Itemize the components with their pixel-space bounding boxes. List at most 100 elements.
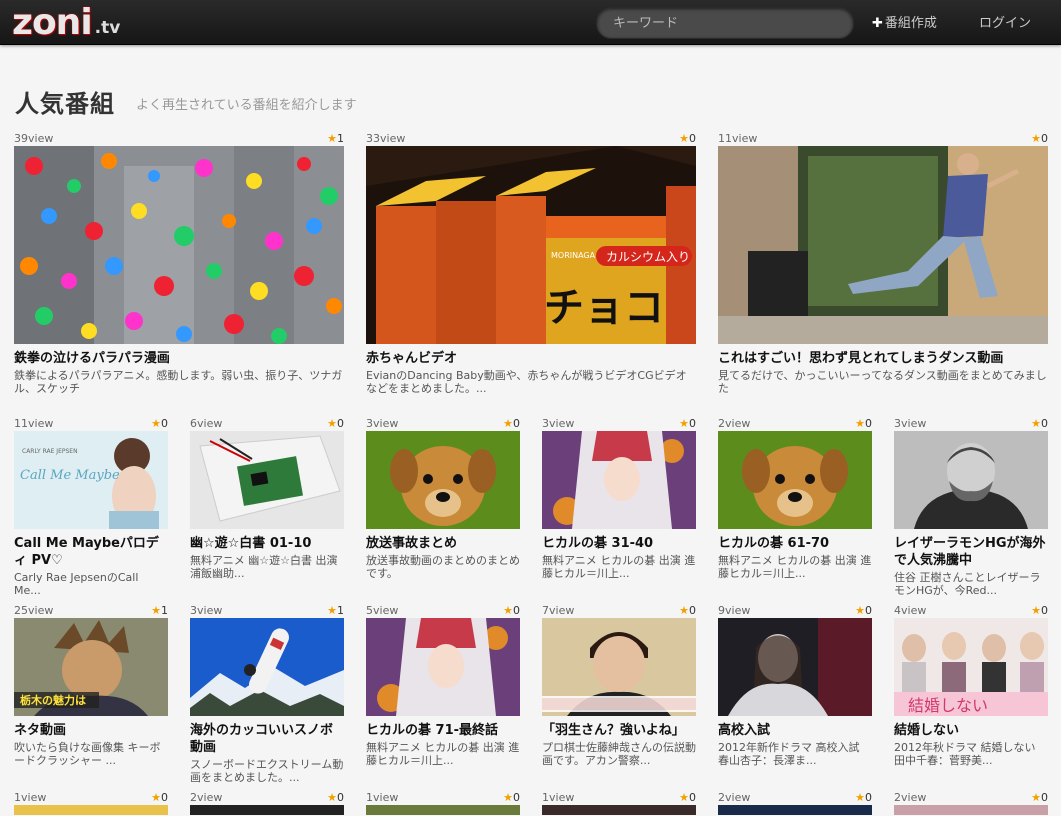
view-count: 2view [190, 791, 223, 804]
program-title[interactable]: 「羽生さん？強いよね」 [542, 722, 696, 739]
program-card: 3view ★0 レイザーラモンHGが海外で人気沸騰中 住谷 正樹さんことレイザー… [894, 417, 1048, 597]
program-card: 3view ★0 ヒカルの碁 31-40 無料アニメ ヒカルの碁 出演 進藤ヒカル… [542, 417, 696, 580]
card-meta: 11view ★0 [718, 132, 1048, 146]
card-meta: 6view ★0 [190, 417, 344, 431]
star-icon: ★ [151, 791, 161, 804]
view-count: 33view [366, 132, 406, 145]
program-thumbnail[interactable] [894, 431, 1048, 529]
login-link[interactable]: ログイン [979, 12, 1031, 31]
program-title[interactable]: これはすごい！思わず見とれてしまうダンス動画 [718, 350, 1048, 367]
program-thumbnail[interactable] [718, 146, 1048, 344]
view-count: 39view [14, 132, 54, 145]
program-thumbnail[interactable]: CARLY RAE JEPSEN Call Me Maybe [14, 431, 168, 529]
program-title[interactable]: 海外のカッコいいスノボ動画 [190, 722, 344, 756]
star-icon: ★ [503, 417, 513, 430]
program-thumbnail[interactable] [366, 431, 520, 529]
drama-poster-image [718, 618, 872, 716]
star-count: 0 [337, 791, 344, 804]
program-thumbnail[interactable] [14, 805, 168, 815]
view-count: 6view [190, 417, 223, 430]
star-count: 0 [513, 417, 520, 430]
favorite-count: ★0 [1031, 417, 1048, 430]
program-card: 2view ★0 [190, 791, 344, 815]
program-thumbnail[interactable] [366, 618, 520, 716]
program-thumbnail[interactable] [542, 431, 696, 529]
view-count: 9view [718, 604, 751, 617]
program-card: 1view ★0 [542, 791, 696, 815]
favorite-count: ★0 [503, 417, 520, 430]
card-meta: 2view ★0 [894, 791, 1048, 805]
program-thumbnail[interactable] [14, 146, 344, 344]
card-meta: 2view ★0 [190, 791, 344, 805]
star-count: 0 [1041, 604, 1048, 617]
program-thumbnail[interactable] [718, 618, 872, 716]
star-icon: ★ [327, 417, 337, 430]
program-thumbnail[interactable] [894, 805, 1048, 815]
call-me-maybe-image: CARLY RAE JEPSEN Call Me Maybe [14, 431, 168, 529]
program-title[interactable]: 鉄拳の泣けるパラパラ漫画 [14, 350, 344, 367]
program-title[interactable]: Call Me Maybeパロディ PV♡ [14, 535, 168, 569]
logo-text: zoni [12, 2, 93, 43]
program-thumbnail[interactable] [190, 431, 344, 529]
view-count: 1view [366, 791, 399, 804]
program-title[interactable]: 赤ちゃんビデオ [366, 350, 696, 367]
star-icon: ★ [679, 791, 689, 804]
favorite-count: ★0 [679, 417, 696, 430]
program-card: 2view ★0 [894, 791, 1048, 815]
star-icon: ★ [1031, 417, 1041, 430]
program-title[interactable]: ヒカルの碁 61-70 [718, 535, 872, 552]
program-description: 無料アニメ ヒカルの碁 出演 進藤ヒカル＝川上... [718, 554, 872, 580]
star-icon: ★ [503, 604, 513, 617]
view-count: 7view [542, 604, 575, 617]
favorite-count: ★0 [855, 604, 872, 617]
program-title[interactable]: 結婚しない [894, 722, 1048, 739]
card-meta: 3view ★0 [894, 417, 1048, 431]
star-count: 0 [689, 417, 696, 430]
program-title[interactable]: 放送事故まとめ [366, 535, 520, 552]
star-icon: ★ [679, 604, 689, 617]
program-description: EvianのDancing Baby動画や、赤ちゃんが戦うビデオCGビデオなどを… [366, 369, 687, 395]
program-thumbnail[interactable] [190, 618, 344, 716]
site-logo[interactable]: zoni .tv [12, 2, 120, 42]
star-icon: ★ [679, 132, 689, 145]
program-thumbnail[interactable] [190, 805, 344, 815]
card-meta: 5view ★0 [366, 604, 520, 618]
star-icon: ★ [327, 791, 337, 804]
star-icon: ★ [855, 604, 865, 617]
card-meta: 4view ★0 [894, 604, 1048, 618]
program-description: 無料アニメ ヒカルの碁 出演 進藤ヒカル＝川上... [542, 554, 696, 580]
star-count: 0 [689, 791, 696, 804]
card-meta: 7view ★0 [542, 604, 696, 618]
program-thumbnail[interactable]: カルシウム入り MORINAGA チョコ [366, 146, 696, 344]
program-thumbnail[interactable] [542, 805, 696, 815]
star-icon: ★ [327, 132, 337, 145]
view-count: 11view [14, 417, 54, 430]
program-card: 1view ★0 [14, 791, 168, 815]
program-title[interactable]: レイザーラモンHGが海外で人気沸騰中 [894, 535, 1048, 569]
program-thumbnail[interactable] [718, 805, 872, 815]
star-icon: ★ [679, 417, 689, 430]
view-count: 3view [366, 417, 399, 430]
program-card: 39view ★1 鉄拳の泣けるパラパラ漫画 鉄拳によるパラパラアニメ。感動します… [14, 132, 344, 395]
favorite-count: ★1 [327, 604, 344, 617]
card-meta: 1view ★0 [14, 791, 168, 805]
program-title[interactable]: 幽☆遊☆白書 01-10 [190, 535, 344, 552]
program-title[interactable]: 高校入試 [718, 722, 872, 739]
program-thumbnail[interactable]: 結婚しない [894, 618, 1048, 716]
program-thumbnail[interactable]: 栃木の魅力は [14, 618, 168, 716]
program-thumbnail[interactable] [542, 618, 696, 716]
view-count: 2view [894, 791, 927, 804]
program-title[interactable]: ヒカルの碁 31-40 [542, 535, 696, 552]
plus-icon: ✚ [872, 16, 883, 31]
program-title[interactable]: ネタ動画 [14, 722, 168, 739]
program-thumbnail[interactable] [366, 805, 520, 815]
program-thumbnail[interactable] [718, 431, 872, 529]
favorite-count: ★0 [1031, 604, 1048, 617]
program-title[interactable]: ヒカルの碁 71-最終話 [366, 722, 520, 739]
favorite-count: ★0 [679, 791, 696, 804]
snowboard-image [190, 618, 344, 716]
search-input[interactable] [611, 8, 845, 38]
logo-tld: .tv [94, 18, 121, 38]
create-program-link[interactable]: ✚ 番組作成 [872, 12, 937, 31]
star-count: 1 [161, 604, 168, 617]
